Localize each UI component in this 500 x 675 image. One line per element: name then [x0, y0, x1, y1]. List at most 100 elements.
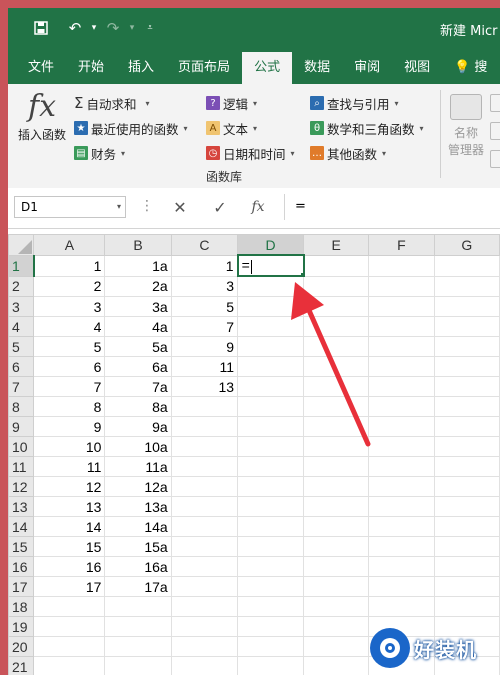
column-header-g[interactable]: G	[433, 234, 500, 256]
row-header[interactable]: 4	[8, 316, 35, 337]
cell-a4[interactable]: 4	[33, 316, 106, 337]
cell-e11[interactable]	[303, 456, 370, 477]
financial-button[interactable]: ▤ 财务 ▾	[74, 142, 125, 164]
cell-f15[interactable]	[368, 536, 435, 557]
cell-d11[interactable]	[237, 456, 305, 477]
row-header[interactable]: 13	[8, 496, 35, 517]
tell-me-search[interactable]: 💡 搜	[442, 52, 499, 84]
row-header[interactable]: 12	[8, 476, 35, 497]
tab-view[interactable]: 视图	[392, 52, 442, 84]
cell-a7[interactable]: 7	[33, 376, 106, 397]
tab-formulas[interactable]: 公式	[242, 52, 293, 84]
cell-e17[interactable]	[303, 576, 370, 597]
autosum-button[interactable]: Σ 自动求和 ▾	[74, 92, 150, 114]
cell-a18[interactable]	[33, 596, 106, 617]
customize-qat-icon[interactable]: ⩡	[144, 15, 156, 41]
cell-b8[interactable]: 8a	[104, 396, 172, 417]
cell-g10[interactable]	[433, 436, 500, 457]
row-header[interactable]: 1	[8, 254, 36, 277]
cell-table[interactable]: A B C D E F G 1 1 1a 1 = 2 2 2a 3 3 3 3a 5 4 4 4a 7 5 5 5a 9…	[8, 234, 500, 675]
cell-g1[interactable]	[433, 254, 500, 277]
cell-e9[interactable]	[303, 416, 370, 437]
save-icon[interactable]	[28, 15, 54, 41]
redo-icon[interactable]: ↷	[100, 15, 126, 41]
row-header[interactable]: 10	[8, 436, 35, 457]
cell-g11[interactable]	[433, 456, 500, 477]
cell-a5[interactable]: 5	[33, 336, 106, 357]
cell-g8[interactable]	[433, 396, 500, 417]
cell-c21[interactable]	[170, 656, 239, 675]
name-box[interactable]: D1 ▾	[14, 196, 126, 218]
row-header[interactable]: 6	[8, 356, 35, 377]
cell-e14[interactable]	[303, 516, 370, 537]
insert-function-button[interactable]: fx 插入函数	[12, 90, 72, 143]
cell-f10[interactable]	[368, 436, 435, 457]
cell-d9[interactable]	[237, 416, 305, 437]
cell-b6[interactable]: 6a	[104, 356, 172, 377]
cell-f1[interactable]	[368, 254, 435, 277]
column-header-f[interactable]: F	[368, 234, 435, 256]
cell-a14[interactable]: 14	[33, 516, 106, 537]
cell-a13[interactable]: 13	[33, 496, 106, 517]
worksheet-grid[interactable]: A B C D E F G 1 1 1a 1 = 2 2 2a 3 3 3 3a 5 4 4 4a 7 5 5 5a 9…	[8, 234, 500, 675]
cell-g16[interactable]	[433, 556, 500, 577]
cell-g13[interactable]	[433, 496, 500, 517]
row-header[interactable]: 11	[8, 456, 35, 477]
use-in-formula-icon[interactable]	[490, 122, 500, 140]
cell-d20[interactable]	[237, 636, 305, 657]
undo-dropdown-icon[interactable]: ▾	[88, 15, 100, 41]
cell-a1[interactable]: 1	[33, 254, 106, 277]
cell-c7[interactable]: 13	[170, 376, 239, 397]
cell-c2[interactable]: 3	[170, 275, 239, 297]
cell-g9[interactable]	[433, 416, 500, 437]
cell-e21[interactable]	[303, 656, 370, 675]
cell-d13[interactable]	[237, 496, 305, 517]
cell-d15[interactable]	[237, 536, 305, 557]
cell-c9[interactable]	[170, 416, 239, 437]
cell-a12[interactable]: 12	[33, 476, 106, 497]
lookup-reference-button[interactable]: ⌕ 查找与引用 ▾	[310, 92, 399, 114]
cell-b5[interactable]: 5a	[104, 336, 172, 357]
cell-g18[interactable]	[433, 596, 500, 617]
cell-c15[interactable]	[170, 536, 239, 557]
cell-f12[interactable]	[368, 476, 435, 497]
row-header[interactable]: 9	[8, 416, 35, 437]
cell-f11[interactable]	[368, 456, 435, 477]
cell-b7[interactable]: 7a	[104, 376, 172, 397]
cell-a8[interactable]: 8	[33, 396, 106, 417]
cell-f4[interactable]	[368, 316, 435, 337]
cell-f8[interactable]	[368, 396, 435, 417]
cell-d21[interactable]	[237, 656, 305, 675]
cell-c5[interactable]: 9	[170, 336, 239, 357]
cell-c19[interactable]	[170, 616, 239, 637]
cell-c14[interactable]	[170, 516, 239, 537]
cell-d6[interactable]	[237, 356, 305, 377]
cancel-icon[interactable]: ✕	[166, 196, 194, 218]
row-header[interactable]: 15	[8, 536, 35, 557]
redo-dropdown-icon[interactable]: ▾	[126, 15, 138, 41]
cell-g2[interactable]	[433, 275, 500, 297]
cell-a3[interactable]: 3	[33, 296, 106, 317]
cell-b4[interactable]: 4a	[104, 316, 172, 337]
more-functions-button[interactable]: … 其他函数 ▾	[310, 142, 386, 164]
cell-e18[interactable]	[303, 596, 370, 617]
row-header[interactable]: 8	[8, 396, 35, 417]
chevron-down-icon[interactable]: ▾	[117, 197, 121, 217]
active-cell-d1[interactable]: =	[236, 254, 305, 277]
cell-e4[interactable]	[303, 316, 370, 337]
cell-b2[interactable]: 2a	[104, 275, 172, 297]
cell-c1[interactable]: 1	[170, 254, 239, 277]
cell-d7[interactable]	[237, 376, 305, 397]
tab-home[interactable]: 开始	[66, 52, 116, 84]
cell-g4[interactable]	[433, 316, 500, 337]
cell-e8[interactable]	[303, 396, 370, 417]
cell-e10[interactable]	[303, 436, 370, 457]
row-header[interactable]: 20	[8, 636, 35, 657]
cell-c18[interactable]	[170, 596, 239, 617]
cell-b17[interactable]: 17a	[104, 576, 172, 597]
cell-e13[interactable]	[303, 496, 370, 517]
column-header-c[interactable]: C	[170, 234, 239, 256]
row-header[interactable]: 19	[8, 616, 35, 637]
cell-e19[interactable]	[303, 616, 370, 637]
cell-b3[interactable]: 3a	[104, 296, 172, 317]
